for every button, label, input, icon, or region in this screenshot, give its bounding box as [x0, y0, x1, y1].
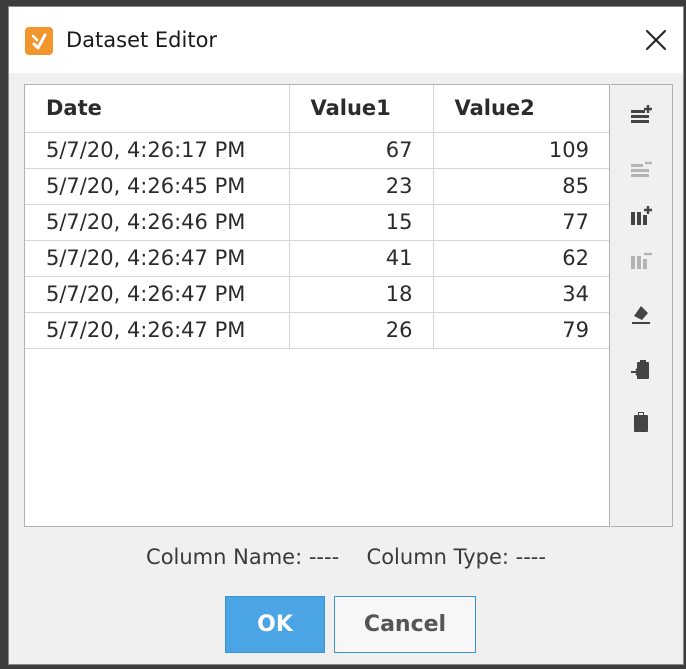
dataset-table[interactable]: Date Value1 Value2 5/7/20, 4:26:17 PM 67… — [24, 84, 610, 527]
cell-value2[interactable]: 109 — [433, 132, 609, 169]
delete-column-button[interactable] — [625, 245, 657, 275]
ok-button[interactable]: OK — [225, 596, 325, 653]
column-header-value1[interactable]: Value1 — [289, 85, 434, 133]
column-type-label: Column Type: — [366, 545, 509, 569]
cell-value1[interactable]: 18 — [289, 276, 434, 313]
column-header-value2[interactable]: Value2 — [433, 85, 609, 133]
table-row[interactable]: 5/7/20, 4:26:17 PM 67 109 — [25, 132, 609, 169]
window-title: Dataset Editor — [66, 28, 218, 52]
paste-into-button[interactable] — [625, 355, 657, 385]
table-side-toolbar — [611, 84, 673, 527]
delete-column-icon — [631, 252, 652, 269]
cell-value1[interactable]: 23 — [289, 168, 434, 205]
add-row-button[interactable] — [625, 101, 657, 131]
column-header-date[interactable]: Date — [25, 85, 290, 133]
column-name-value: ---- — [308, 545, 340, 569]
clipboard-button[interactable] — [625, 407, 657, 437]
dataset-editor-dialog: Dataset Editor Date Value1 Value2 5/7/20… — [8, 6, 684, 665]
cell-value2[interactable]: 77 — [433, 204, 609, 241]
cell-value1[interactable]: 41 — [289, 240, 434, 277]
add-column-icon — [631, 206, 652, 225]
table-row[interactable]: 5/7/20, 4:26:47 PM 26 79 — [25, 312, 609, 349]
clear-eraser-icon — [632, 306, 650, 324]
cell-date[interactable]: 5/7/20, 4:26:47 PM — [25, 276, 290, 313]
title-bar: Dataset Editor — [9, 7, 683, 73]
column-name-label: Column Name: — [146, 545, 303, 569]
cell-value2[interactable]: 34 — [433, 276, 609, 313]
clipboard-icon — [634, 412, 648, 432]
column-type-value: ---- — [515, 545, 546, 569]
table-header-row: Date Value1 Value2 — [25, 85, 609, 133]
cell-value2[interactable]: 79 — [433, 312, 609, 349]
dataset-editor-app-icon — [25, 27, 53, 55]
close-button[interactable] — [639, 23, 673, 57]
cell-value2[interactable]: 62 — [433, 240, 609, 277]
add-row-icon — [631, 105, 652, 123]
table-row[interactable]: 5/7/20, 4:26:47 PM 41 62 — [25, 240, 609, 277]
table-row[interactable]: 5/7/20, 4:26:45 PM 23 85 — [25, 168, 609, 205]
column-info-status: Column Name: ---- Column Type: ---- — [9, 545, 683, 569]
cell-date[interactable]: 5/7/20, 4:26:47 PM — [25, 240, 290, 277]
delete-row-button[interactable] — [625, 155, 657, 185]
cell-date[interactable]: 5/7/20, 4:26:45 PM — [25, 168, 290, 205]
paste-into-icon — [631, 360, 649, 379]
cell-value1[interactable]: 26 — [289, 312, 434, 349]
cell-value2[interactable]: 85 — [433, 168, 609, 205]
close-icon — [646, 30, 666, 50]
cancel-button[interactable]: Cancel — [334, 596, 476, 653]
cell-value1[interactable]: 67 — [289, 132, 434, 169]
cell-value1[interactable]: 15 — [289, 204, 434, 241]
add-column-button[interactable] — [625, 201, 657, 231]
cell-date[interactable]: 5/7/20, 4:26:46 PM — [25, 204, 290, 241]
delete-row-icon — [631, 161, 652, 177]
table-row[interactable]: 5/7/20, 4:26:46 PM 15 77 — [25, 204, 609, 241]
cell-date[interactable]: 5/7/20, 4:26:47 PM — [25, 312, 290, 349]
cell-date[interactable]: 5/7/20, 4:26:17 PM — [25, 132, 290, 169]
table-row[interactable]: 5/7/20, 4:26:47 PM 18 34 — [25, 276, 609, 313]
clear-button[interactable] — [625, 299, 657, 329]
